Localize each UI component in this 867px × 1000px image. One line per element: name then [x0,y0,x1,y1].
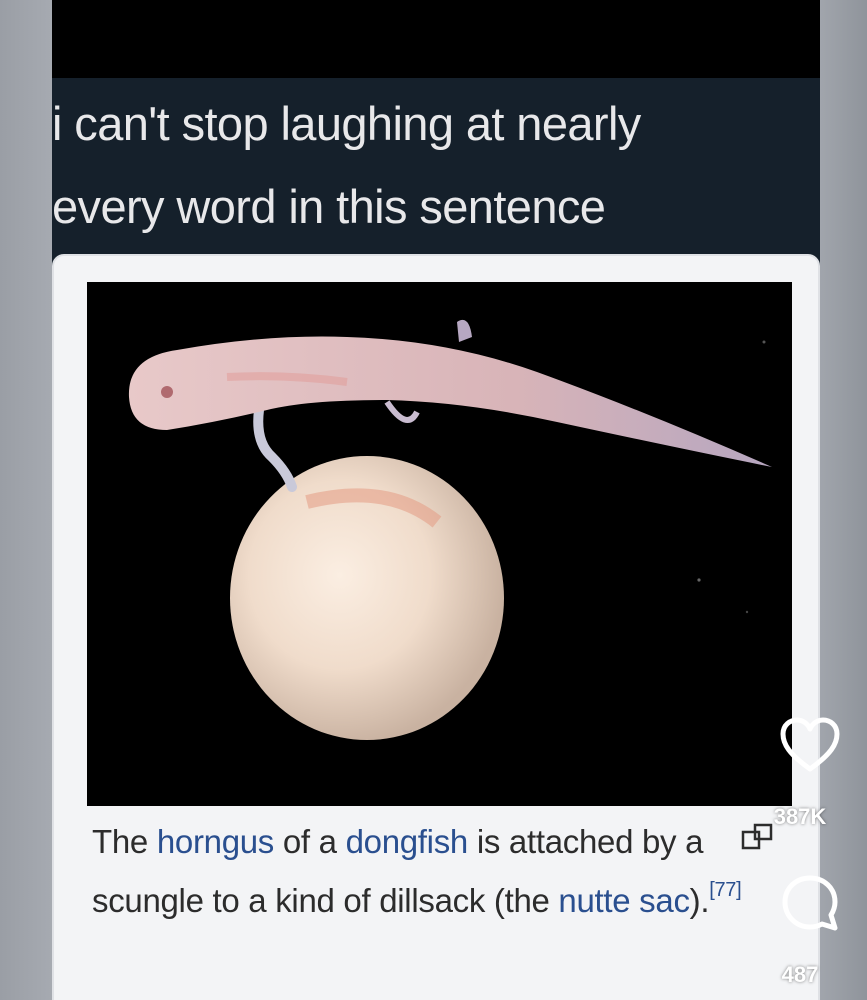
like-button[interactable] [770,716,850,779]
caption-text: The [92,823,157,860]
image-caption: The horngus of a dongfish is attached by… [92,816,752,927]
post-screenshot: i can't stop laughing at nearly every wo… [52,0,820,1000]
caption-text: ). [689,882,710,919]
top-bar [52,0,820,78]
comment-icon [782,875,838,931]
card-image [87,282,792,806]
link-horngus[interactable]: horngus [157,823,274,860]
screen: i can't stop laughing at nearly every wo… [0,0,867,1000]
link-dongfish[interactable]: dongfish [346,823,469,860]
citation-link[interactable]: [77] [709,879,741,901]
dongfish-illustration [87,282,792,806]
wiki-card: The horngus of a dongfish is attached by… [52,254,820,1000]
link-nutte-sac[interactable]: nutte sac [558,882,690,919]
comment-button[interactable] [770,872,850,939]
tag-button[interactable] [741,822,775,857]
comment-count: 487 [781,962,819,987]
caption-text: of a [274,823,346,860]
tag-icon [741,823,773,850]
post-text: i can't stop laughing at nearly every wo… [52,97,641,233]
heart-icon [780,717,840,772]
